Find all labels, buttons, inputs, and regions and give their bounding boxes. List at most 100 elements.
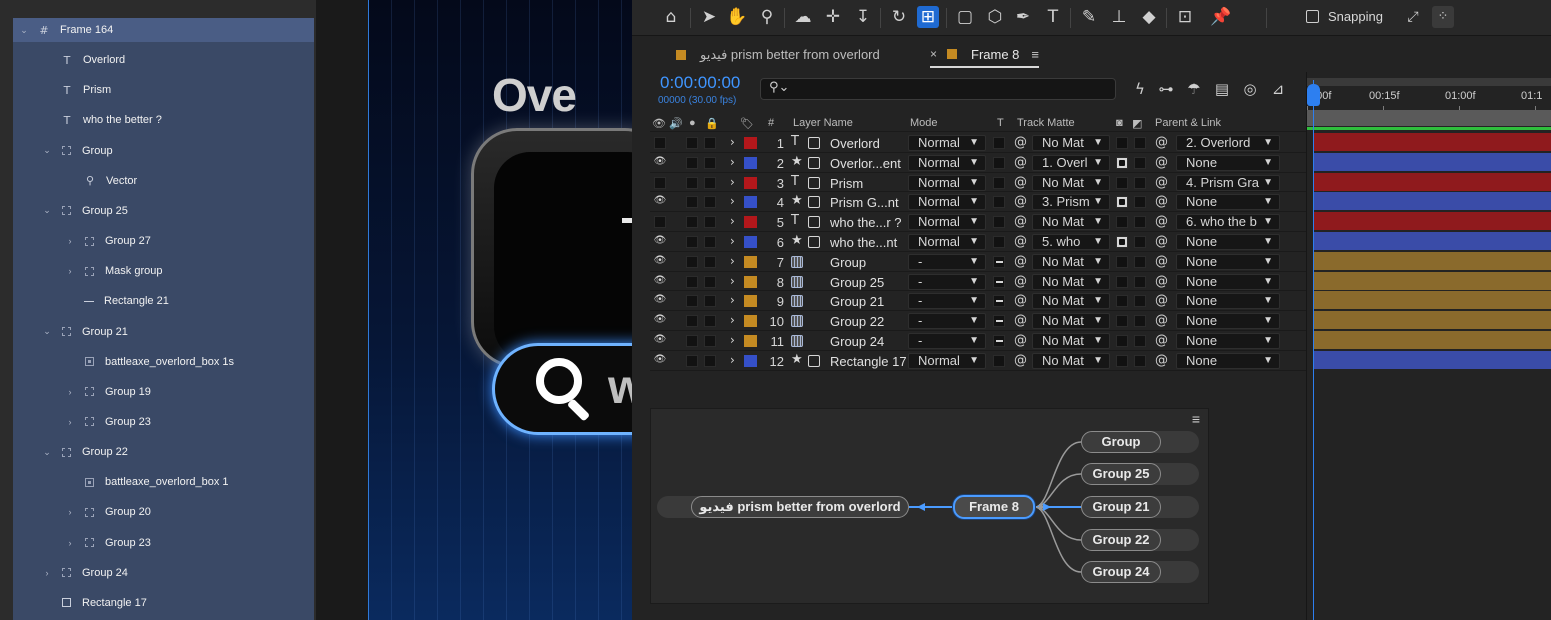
matte-alpha-toggle[interactable] xyxy=(1116,196,1128,209)
3d-cube-icon[interactable]: ⬡ xyxy=(984,6,1006,28)
layer-row[interactable]: ⌄ Group 21 xyxy=(41,320,128,344)
track-matte-dropdown[interactable]: 3. Prism ▼ xyxy=(1032,194,1110,211)
layer-row[interactable]: › Group 24 xyxy=(41,561,128,585)
parent-pickwhip-icon[interactable]: @ xyxy=(1155,234,1168,249)
eye-icon[interactable]: 👁 xyxy=(653,156,667,170)
layer-duration-bar[interactable] xyxy=(1314,133,1551,151)
solo-toggle[interactable] xyxy=(686,156,698,169)
preserve-transparency-toggle[interactable] xyxy=(993,216,1005,229)
matte-alpha-toggle[interactable] xyxy=(1116,156,1128,169)
pan-camera-icon[interactable]: ✛ xyxy=(822,6,844,28)
chevron-down-icon[interactable]: ⌄ xyxy=(41,145,53,156)
eye-icon[interactable]: 👁 xyxy=(653,354,667,368)
pickwhip-icon[interactable]: @ xyxy=(1014,313,1027,328)
preserve-transparency-toggle[interactable] xyxy=(993,354,1005,367)
solo-toggle[interactable] xyxy=(686,255,698,268)
layer-duration-bar[interactable] xyxy=(1314,291,1551,310)
mode-dropdown[interactable]: - ▼ xyxy=(908,293,986,310)
roto-brush-icon[interactable]: ⊡ xyxy=(1174,6,1196,28)
parent-pickwhip-icon[interactable]: @ xyxy=(1155,155,1168,170)
mode-dropdown[interactable]: Normal ▼ xyxy=(908,135,986,151)
label-color-swatch[interactable] xyxy=(744,236,757,248)
matte-invert-toggle[interactable] xyxy=(1134,176,1146,189)
solo-toggle[interactable] xyxy=(686,236,698,248)
dolly-camera-icon[interactable]: ↧ xyxy=(852,6,874,28)
parent-dropdown[interactable]: None ▼ xyxy=(1176,273,1280,290)
mode-dropdown[interactable]: - ▼ xyxy=(908,253,986,270)
label-color-swatch[interactable] xyxy=(744,275,757,288)
label-color-swatch[interactable] xyxy=(744,216,757,229)
matte-invert-toggle[interactable] xyxy=(1134,335,1146,347)
graph-editor-icon[interactable]: ⊿ xyxy=(1268,80,1288,100)
layer-row[interactable]: 👁 › 6 ★ who the...nt Normal ▼ @5. who ▼ @ None ▼ xyxy=(650,232,1306,252)
layer-duration-bar[interactable] xyxy=(1314,350,1551,369)
matte-invert-toggle[interactable] xyxy=(1134,295,1146,308)
track-matte-dropdown[interactable]: No Mat ▼ xyxy=(1032,253,1110,270)
layer-row[interactable]: › 3 T Prism Normal ▼ @ No Mat ▼ @4. Prism Gra ▼ xyxy=(650,173,1306,193)
layer-row[interactable]: Twho the better ? xyxy=(41,108,162,132)
track-matte-dropdown[interactable]: No Mat ▼ xyxy=(1032,135,1110,151)
matte-alpha-toggle[interactable] xyxy=(1116,236,1128,248)
pickwhip-icon[interactable]: @ xyxy=(1014,274,1027,289)
mode-dropdown[interactable]: Normal ▼ xyxy=(908,154,986,171)
zoom-tool-icon[interactable]: ⚲ xyxy=(756,6,778,28)
preserve-transparency-toggle[interactable] xyxy=(993,156,1005,169)
flow-node-child[interactable]: Group 24 xyxy=(1081,561,1161,583)
twirl-chevron-icon[interactable]: › xyxy=(730,234,735,248)
layer-name[interactable]: Group 24 xyxy=(830,334,884,349)
chevron-down-icon[interactable]: ⌄ xyxy=(41,326,53,337)
layer-name[interactable]: Overlor...ent xyxy=(830,156,901,171)
pickwhip-icon[interactable]: @ xyxy=(1014,155,1027,170)
eye-icon[interactable]: 👁 xyxy=(653,314,667,328)
label-color-swatch[interactable] xyxy=(744,354,757,367)
layer-row[interactable]: ⌄ Group 22 xyxy=(41,440,128,464)
twirl-chevron-icon[interactable]: › xyxy=(730,135,735,149)
eye-icon[interactable]: 👁 xyxy=(653,235,667,249)
lock-toggle[interactable] xyxy=(704,196,716,209)
mode-dropdown[interactable]: Normal ▼ xyxy=(908,194,986,211)
video-column-icon[interactable]: 👁 xyxy=(652,117,666,130)
lock-toggle[interactable] xyxy=(704,216,716,229)
lock-toggle[interactable] xyxy=(704,176,716,189)
mode-dropdown[interactable]: - ▼ xyxy=(908,333,986,349)
matte-alpha-toggle[interactable] xyxy=(1116,315,1128,328)
pen-tool-icon[interactable]: ✒ xyxy=(1012,6,1034,28)
twirl-chevron-icon[interactable]: › xyxy=(730,175,735,189)
layer-row[interactable]: battleaxe_overlord_box 1s xyxy=(64,350,234,374)
parent-pickwhip-icon[interactable]: @ xyxy=(1155,135,1168,150)
layer-duration-bar[interactable] xyxy=(1314,311,1551,330)
layer-row[interactable]: 👁 › 4 ★ Prism G...nt Normal ▼ @3. Prism ▼ @ None ▼ xyxy=(650,192,1306,213)
parent-pickwhip-icon[interactable]: @ xyxy=(1155,175,1168,190)
matte-invert-icon[interactable]: ◩ xyxy=(1132,117,1142,130)
twirl-chevron-icon[interactable]: › xyxy=(730,214,735,228)
layer-name[interactable]: Group 22 xyxy=(830,314,884,329)
matte-alpha-toggle[interactable] xyxy=(1116,176,1128,189)
timeline-panel[interactable]: 0:00f00:15f01:00f01:1 xyxy=(1306,72,1551,620)
flow-node-child[interactable]: Group xyxy=(1081,431,1161,453)
layer-duration-bar[interactable] xyxy=(1314,192,1551,211)
layer-name[interactable]: Group xyxy=(830,255,866,270)
twirl-chevron-icon[interactable]: › xyxy=(730,313,735,327)
selection-tool-icon[interactable]: ➤ xyxy=(698,6,720,28)
preserve-transparency-toggle[interactable] xyxy=(993,236,1005,248)
layer-row[interactable]: 👁 › 8 Group 25- ▼ @ No Mat ▼ @ None ▼ xyxy=(650,272,1306,292)
current-timecode[interactable]: 0:00:00:00 xyxy=(660,73,740,93)
eye-icon[interactable]: 👁 xyxy=(653,195,667,209)
preserve-transparency-toggle[interactable] xyxy=(993,176,1005,189)
lock-toggle[interactable] xyxy=(704,236,716,248)
label-color-swatch[interactable] xyxy=(744,196,757,209)
parent-pickwhip-icon[interactable]: @ xyxy=(1155,254,1168,269)
lock-toggle[interactable] xyxy=(704,156,716,169)
tab-frame-8[interactable]: × Frame 8 ≡ xyxy=(930,42,1040,68)
parent-dropdown[interactable]: None ▼ xyxy=(1176,154,1280,171)
matte-alpha-toggle[interactable] xyxy=(1116,255,1128,268)
solo-toggle[interactable] xyxy=(686,137,698,149)
matte-invert-toggle[interactable] xyxy=(1134,196,1146,209)
label-color-swatch[interactable] xyxy=(744,255,757,268)
hand-tool-icon[interactable]: ✋ xyxy=(726,6,748,28)
label-color-swatch[interactable] xyxy=(744,176,757,189)
layer-duration-bar[interactable] xyxy=(1314,212,1551,231)
lock-toggle[interactable] xyxy=(704,275,716,288)
panel-menu-icon[interactable]: ≡ xyxy=(1031,47,1039,62)
layer-row[interactable]: 👁 › 11 Group 24- ▼ @ No Mat ▼ @ None ▼ xyxy=(650,331,1306,351)
